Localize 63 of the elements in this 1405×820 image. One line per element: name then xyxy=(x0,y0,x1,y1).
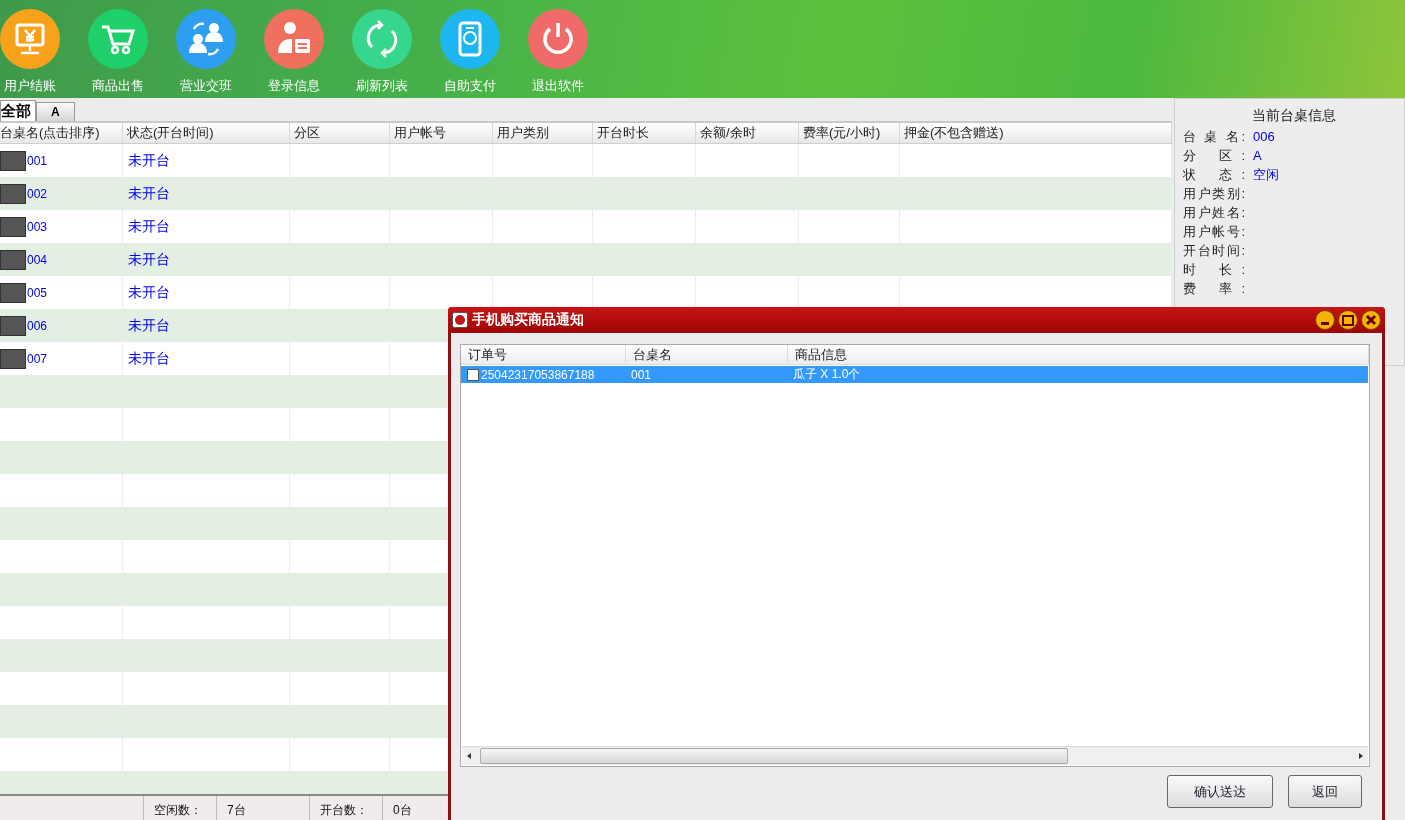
field-value: 空闲 xyxy=(1253,165,1279,184)
field-label: 用户类别: xyxy=(1183,184,1245,203)
table-status: 未开台 xyxy=(128,151,170,170)
scrollbar[interactable] xyxy=(462,746,1368,765)
column-header[interactable]: 商品信息 xyxy=(788,345,1369,364)
field-label: 费 率: xyxy=(1183,279,1245,298)
table-name[interactable]: 003 xyxy=(27,219,48,234)
table-cell-text: 001 xyxy=(630,367,653,382)
table-name[interactable]: 002 xyxy=(27,186,48,201)
column-header[interactable]: 用户类别 xyxy=(493,123,593,143)
panel-title: 当前台桌信息 xyxy=(1250,107,1337,125)
field-label: 时 长: xyxy=(1183,260,1245,279)
tab[interactable]: 全部 xyxy=(0,100,36,121)
column-header[interactable]: 台桌名 xyxy=(626,345,788,364)
column-header[interactable]: 订单号 xyxy=(461,345,626,364)
order-number: 25042317053867188 xyxy=(481,367,595,382)
field-label: 用户姓名: xyxy=(1183,203,1245,222)
table-name[interactable]: 007 xyxy=(27,351,48,366)
column-header[interactable]: 用户帐号 xyxy=(390,123,493,143)
table-icon xyxy=(0,348,26,369)
table-icon xyxy=(0,282,26,303)
table-name[interactable]: 004 xyxy=(27,252,48,267)
table-status: 未开台 xyxy=(128,349,170,368)
checkbox[interactable] xyxy=(467,368,479,381)
table-status: 未开台 xyxy=(128,184,170,203)
table-status: 未开台 xyxy=(128,250,170,269)
column-header[interactable]: 余额/余时 xyxy=(696,123,799,143)
status-value: 7台 xyxy=(216,796,309,820)
minimize-button[interactable] xyxy=(1315,310,1335,330)
maximize-button[interactable] xyxy=(1338,310,1358,330)
field-value: 006 xyxy=(1253,129,1275,144)
column-header[interactable]: 分区 xyxy=(290,123,390,143)
field-label: 用户帐号: xyxy=(1183,222,1245,241)
column-header[interactable]: 押金(不包含赠送) xyxy=(900,123,1172,143)
field-label: 开台时间: xyxy=(1183,241,1245,260)
table-icon xyxy=(0,150,26,171)
field-label: 台 桌 名: xyxy=(1183,127,1245,146)
close-button[interactable] xyxy=(1361,310,1381,330)
field-label: 状 态: xyxy=(1183,165,1245,184)
table-icon xyxy=(0,249,26,270)
column-header[interactable]: 状态(开台时间) xyxy=(123,123,290,143)
table-icon xyxy=(0,183,26,204)
column-header[interactable]: 台桌名(点击排序) xyxy=(0,123,123,143)
table-icon xyxy=(0,315,26,336)
column-header[interactable]: 费率(元/小时) xyxy=(799,123,900,143)
status-label: 开台数： xyxy=(309,796,382,820)
dialog-title: 手机购买商品通知 xyxy=(472,311,585,329)
status-label: 空闲数： xyxy=(143,796,216,820)
table-status: 未开台 xyxy=(128,283,170,302)
field-value: A xyxy=(1253,148,1262,163)
table-status: 未开台 xyxy=(128,217,170,236)
table-icon xyxy=(0,216,26,237)
app-icon xyxy=(452,312,468,328)
confirm-button[interactable]: 确认送达 xyxy=(1167,775,1273,808)
field-label: 分 区: xyxy=(1183,146,1245,165)
table-name[interactable]: 006 xyxy=(27,318,48,333)
table-name[interactable]: 001 xyxy=(27,153,48,168)
back-button[interactable]: 返回 xyxy=(1288,775,1362,808)
table-status: 未开台 xyxy=(128,316,170,335)
tab[interactable]: A xyxy=(36,102,75,121)
table-cell-text: 瓜子 X 1.0个 xyxy=(792,366,862,383)
column-header[interactable]: 开台时长 xyxy=(593,123,696,143)
table-name[interactable]: 005 xyxy=(27,285,48,300)
